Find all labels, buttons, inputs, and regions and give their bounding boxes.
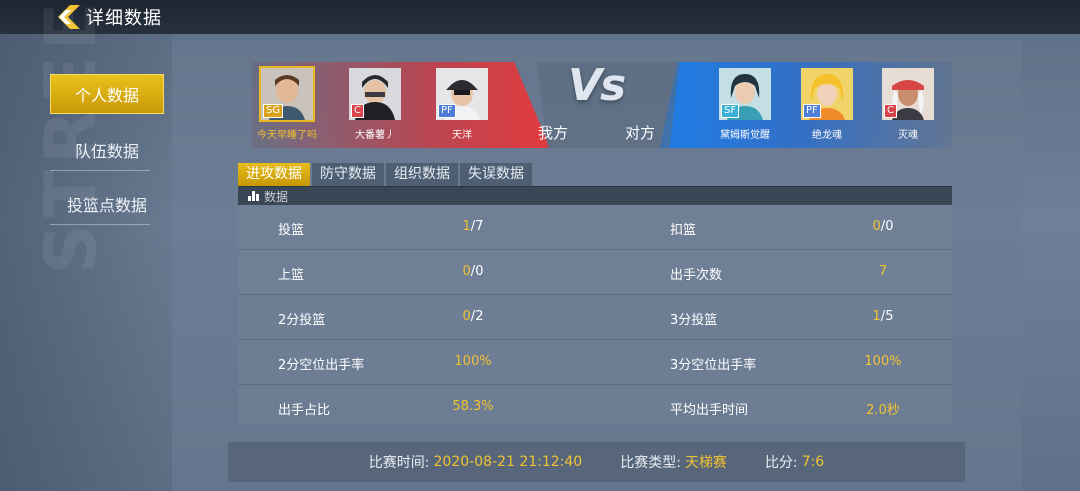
table-row: 投篮 1/7 扣篮 0/0 [238,205,952,250]
tab-defense[interactable]: 防守数据 [312,163,384,186]
player-card-my-3[interactable]: PF 天洋 [432,66,492,141]
position-badge: C [884,104,897,118]
stats-header-label: 数据 [264,189,289,204]
table-row: 上篮 0/0 出手次数 7 [238,250,952,295]
player-card-opp-3[interactable]: C 灭魂 [878,66,938,141]
stat-label: 扣篮 [670,223,697,238]
stats-tabs: 进攻数据 防守数据 组织数据 失误数据 [238,163,534,186]
player-card-my-2[interactable]: C 大番薯丿 [345,66,405,141]
stat-label: 平均出手时间 [670,403,749,418]
bar-chart-icon [248,191,259,201]
stat-label: 2分投篮 [278,313,326,328]
player-avatar: SG [259,66,315,122]
player-avatar: C [880,66,936,122]
player-card-opp-2[interactable]: PF 绝龙魂 [797,66,857,141]
vs-label: Vs [568,60,626,111]
stat-label: 3分空位出手率 [670,358,757,373]
player-name: 绝龙魂 [812,130,842,141]
stat-label: 上篮 [278,268,305,283]
nav-divider [50,170,150,171]
stat-label: 2分空位出手率 [278,358,365,373]
nav-team-data[interactable]: 队伍数据 [50,130,164,170]
tab-playmaking[interactable]: 组织数据 [386,163,458,186]
stat-value: 1/7 [462,219,484,234]
nav-label: 个人数据 [74,86,139,105]
stats-table-header: 数据 [238,187,952,205]
player-card-my-1[interactable]: SG 今天早睡了吗 [257,66,317,141]
player-name: 天洋 [452,130,472,141]
player-name: 黛姆斯觉醒 [720,130,770,141]
stat-label: 投篮 [278,223,305,238]
position-badge: PF [438,104,456,118]
tab-offense[interactable]: 进攻数据 [238,163,310,186]
score-label: 比分: [764,455,798,471]
position-badge: PF [803,104,821,118]
player-avatar: PF [799,66,855,122]
stat-label: 出手占比 [278,403,331,418]
stat-value: 0/0 [462,264,484,279]
player-avatar: PF [434,66,490,122]
stat-label: 出手次数 [670,268,723,283]
stat-value: 100% [864,354,902,369]
opp-side-label: 对方 [625,124,656,142]
top-bar: 详细数据 [0,0,1080,34]
match-time-value: 2020-08-21 21:12:40 [433,454,583,470]
nav-label: 投篮点数据 [66,196,147,215]
nav-personal-data[interactable]: 个人数据 [50,74,164,114]
match-type-value: 天梯赛 [684,455,727,471]
stat-value: 100% [454,354,492,369]
stat-value: 2.0秒 [866,403,900,418]
position-badge: SF [721,104,740,118]
nav-divider [50,224,150,225]
stat-value: 58.3% [452,399,494,414]
player-name: 大番薯丿 [355,130,395,141]
score-value: 7:6 [801,454,825,470]
position-badge: SG [263,104,284,118]
nav-shot-chart-data[interactable]: 投篮点数据 [50,184,164,224]
player-card-opp-1[interactable]: SF 黛姆斯觉醒 [715,66,775,141]
table-row: 2分投篮 0/2 3分投篮 1/5 [238,295,952,340]
stat-value: 7 [878,264,888,279]
player-name: 今天早睡了吗 [257,130,317,141]
stats-table: 数据 投篮 1/7 扣篮 0/0 上篮 0/0 出手次数 7 2分投篮 0/2 … [238,187,952,425]
table-row: 2分空位出手率 100% 3分空位出手率 100% [238,340,952,385]
match-info-footer: 比赛时间: 2020-08-21 21:12:40 比赛类型: 天梯赛 比分: … [228,442,965,482]
stat-value: 0/2 [462,309,484,324]
player-avatar: C [347,66,403,122]
player-avatar: SF [717,66,773,122]
tab-turnovers[interactable]: 失误数据 [460,163,532,186]
stat-label: 3分投篮 [670,313,718,328]
position-badge: C [351,104,364,118]
nav-label: 队伍数据 [74,142,139,161]
stat-value: 0/0 [872,219,894,234]
my-side-label: 我方 [538,124,569,142]
match-time-label: 比赛时间: [368,455,430,471]
table-row: 出手占比 58.3% 平均出手时间 2.0秒 [238,385,952,430]
stat-value: 1/5 [872,309,894,324]
player-name: 灭魂 [898,130,918,141]
match-type-label: 比赛类型: [620,455,681,471]
